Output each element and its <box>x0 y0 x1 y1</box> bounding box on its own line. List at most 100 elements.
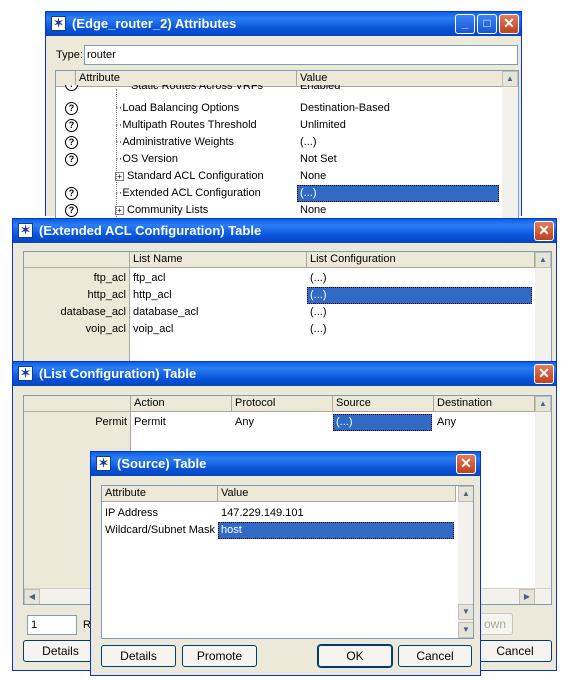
attr-static-routes[interactable]: Static Routes Across VRFs <box>128 85 263 95</box>
row-headers: ftp_acl http_acl database_acl voip_acl <box>24 268 130 364</box>
corner-header <box>24 396 131 412</box>
help-icon[interactable]: ? <box>65 153 78 166</box>
help-icon[interactable]: ? <box>65 136 78 149</box>
details-button[interactable]: Details <box>101 645 176 667</box>
corner-header <box>24 252 130 268</box>
list-config-cell[interactable]: (...) <box>307 287 532 304</box>
scroll-up-arrow[interactable]: ▲ <box>502 71 518 87</box>
ok-button[interactable]: OK <box>317 644 393 668</box>
row-header[interactable]: database_acl <box>24 304 126 321</box>
row-header[interactable]: voip_acl <box>24 321 126 338</box>
value-community-lists[interactable]: None <box>297 202 326 219</box>
cancel-button[interactable]: Cancel <box>478 640 552 662</box>
source-cell[interactable]: (...) <box>333 414 432 431</box>
col-header-list-config[interactable]: List Configuration <box>307 252 535 268</box>
app-icon: ✶ <box>18 366 33 381</box>
tree-line <box>116 89 117 220</box>
extended-acl-window: ✶ (Extended ACL Configuration) Table ✕ L… <box>12 218 557 364</box>
col-header-action[interactable]: Action <box>131 396 232 412</box>
extended-acl-table: List Name List Configuration ftp_acl htt… <box>23 251 552 364</box>
list-name-cell[interactable]: voip_acl <box>130 321 173 338</box>
value-os-version[interactable]: Not Set <box>297 151 337 168</box>
col-header-protocol[interactable]: Protocol <box>232 396 333 412</box>
scroll-up-arrow[interactable]: ▲ <box>535 252 551 268</box>
attributes-window: ✶ (Edge_router_2) Attributes _ □ ✕ Type:… <box>45 11 522 220</box>
help-icon[interactable]: ? <box>65 204 78 217</box>
value-multipath-threshold[interactable]: Unlimited <box>297 117 346 134</box>
col-header-destination[interactable]: Destination <box>434 396 535 412</box>
value-standard-acl[interactable]: None <box>297 168 326 185</box>
window-title: (List Configuration) Table <box>39 366 197 381</box>
col-header-value[interactable]: Value <box>218 486 456 502</box>
help-icon[interactable]: ? <box>65 102 78 115</box>
attributes-table: Attribute Value ▲ ? Static Routes Across… <box>55 70 519 220</box>
window-title: (Edge_router_2) Attributes <box>72 16 237 31</box>
protocol-cell[interactable]: Any <box>232 414 254 431</box>
extended-acl-titlebar[interactable]: ✶ (Extended ACL Configuration) Table ✕ <box>13 219 556 243</box>
type-field[interactable]: router <box>84 45 518 65</box>
col-header-source[interactable]: Source <box>333 396 434 412</box>
minimize-button[interactable]: _ <box>455 14 475 34</box>
scroll-up-arrow[interactable]: ▲ <box>535 396 551 412</box>
row-header[interactable]: ftp_acl <box>24 270 126 287</box>
attributes-titlebar[interactable]: ✶ (Edge_router_2) Attributes _ □ ✕ <box>46 12 521 36</box>
app-icon: ✶ <box>96 456 111 471</box>
close-button[interactable]: ✕ <box>499 14 519 34</box>
value-wildcard-mask[interactable]: host <box>218 522 454 539</box>
attr-multipath-threshold[interactable]: ··Multipath Routes Threshold <box>112 117 257 134</box>
destination-cell[interactable]: Any <box>434 414 456 431</box>
col-header-attribute[interactable]: Attribute <box>102 486 218 502</box>
close-button[interactable]: ✕ <box>456 454 476 474</box>
scroll-down-arrow-bottom[interactable]: ▼ <box>458 622 473 638</box>
scroll-left-arrow[interactable]: ◀ <box>24 589 40 604</box>
attr-ip-address[interactable]: IP Address <box>102 505 158 522</box>
maximize-button[interactable]: □ <box>477 14 497 34</box>
attr-community-lists[interactable]: + Community Lists <box>112 202 208 219</box>
list-config-cell[interactable]: (...) <box>307 270 327 287</box>
source-window: ✶ (Source) Table ✕ Attribute Value IP Ad… <box>90 451 481 676</box>
help-icon[interactable]: ? <box>65 119 78 132</box>
list-name-cell[interactable]: http_acl <box>130 287 172 304</box>
source-titlebar[interactable]: ✶ (Source) Table ✕ <box>91 452 480 476</box>
promote-button[interactable]: Promote <box>182 645 257 667</box>
action-cell[interactable]: Permit <box>131 414 166 431</box>
rows-count-field[interactable]: 1 <box>27 615 77 635</box>
window-title: (Source) Table <box>117 456 207 471</box>
attr-admin-weights[interactable]: ··Administrative Weights <box>112 134 234 151</box>
cancel-button[interactable]: Cancel <box>398 645 472 667</box>
list-config-scrollbar[interactable]: ▲ <box>535 396 551 588</box>
value-static-routes[interactable]: Enabled <box>297 85 340 95</box>
type-value: router <box>87 49 116 61</box>
scroll-down-arrow[interactable]: ▼ <box>458 604 473 620</box>
attr-os-version[interactable]: ··OS Version <box>112 151 178 168</box>
help-icon[interactable]: ? <box>65 85 78 91</box>
scroll-up-arrow[interactable]: ▲ <box>458 486 473 502</box>
value-extended-acl[interactable]: (...) <box>297 185 499 202</box>
source-scrollbar[interactable]: ▲ ▼ ▼ <box>458 486 473 638</box>
app-icon: ✶ <box>51 16 66 31</box>
value-ip-address[interactable]: 147.229.149.101 <box>218 505 304 522</box>
row-header[interactable]: Permit <box>24 414 127 431</box>
value-admin-weights[interactable]: (...) <box>297 134 317 151</box>
value-load-balancing[interactable]: Destination-Based <box>297 100 390 117</box>
type-label: Type: <box>56 49 83 61</box>
scroll-right-arrow[interactable]: ▶ <box>519 589 535 604</box>
extended-acl-scrollbar[interactable]: ▲ <box>535 252 551 364</box>
attr-load-balancing[interactable]: ··Load Balancing Options <box>112 100 239 117</box>
col-header-list-name[interactable]: List Name <box>130 252 307 268</box>
row-header[interactable]: http_acl <box>24 287 126 304</box>
help-icon[interactable]: ? <box>65 187 78 200</box>
list-name-cell[interactable]: ftp_acl <box>130 270 165 287</box>
details-button[interactable]: Details <box>23 640 98 662</box>
attributes-scrollbar[interactable]: ▲ <box>502 71 518 220</box>
close-button[interactable]: ✕ <box>534 221 554 241</box>
attr-wildcard-mask[interactable]: Wildcard/Subnet Mask <box>102 522 215 539</box>
close-button[interactable]: ✕ <box>534 364 554 384</box>
attr-extended-acl[interactable]: ··Extended ACL Configuration <box>112 185 261 202</box>
app-icon: ✶ <box>18 223 33 238</box>
list-name-cell[interactable]: database_acl <box>130 304 198 321</box>
attr-standard-acl[interactable]: + Standard ACL Configuration <box>112 168 264 185</box>
list-config-cell[interactable]: (...) <box>307 304 327 321</box>
list-config-titlebar[interactable]: ✶ (List Configuration) Table ✕ <box>13 362 556 386</box>
list-config-cell[interactable]: (...) <box>307 321 327 338</box>
